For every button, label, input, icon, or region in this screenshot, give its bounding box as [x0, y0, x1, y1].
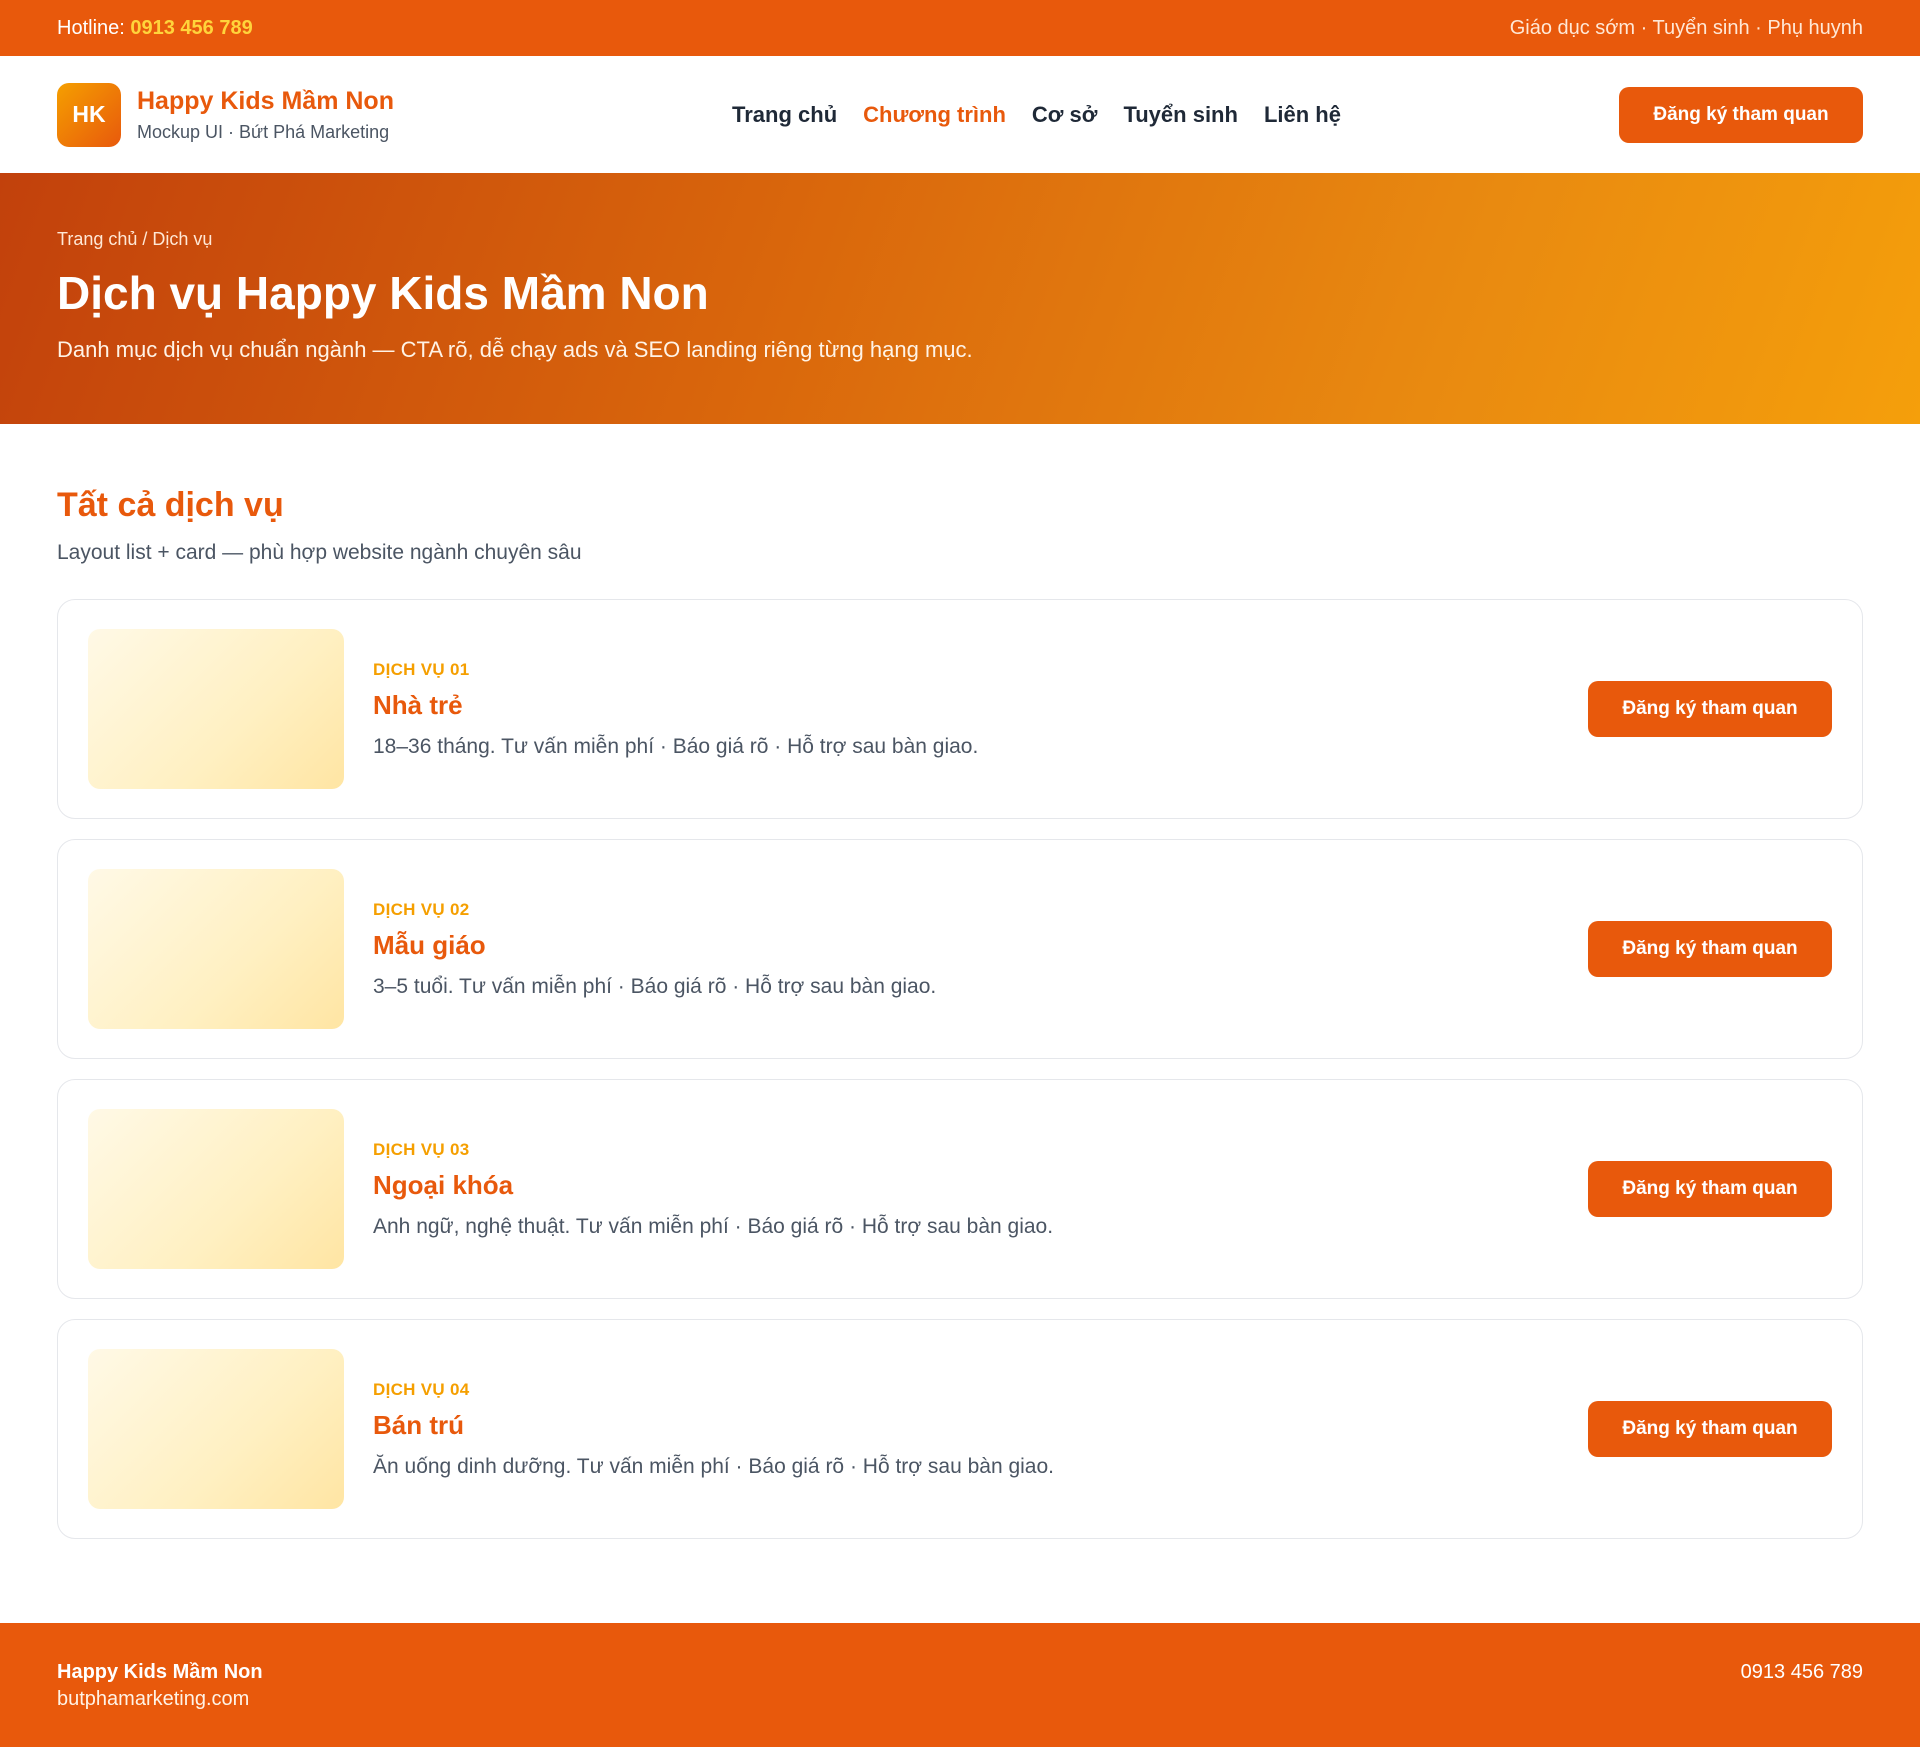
service-title[interactable]: Mẫu giáo	[373, 930, 1588, 961]
service-thumbnail	[88, 629, 344, 789]
hero-lead: Danh mục dịch vụ chuẩn ngành — CTA rõ, d…	[57, 336, 973, 362]
service-title[interactable]: Ngoại khóa	[373, 1170, 1588, 1201]
service-card-body: DỊCH VỤ 01 Nhà trẻ 18–36 tháng. Tư vấn m…	[373, 660, 1588, 759]
service-card-body: DỊCH VỤ 02 Mẫu giáo 3–5 tuổi. Tư vấn miễ…	[373, 900, 1588, 999]
service-description: Anh ngữ, nghệ thuật. Tư vấn miễn phí · B…	[373, 1214, 1054, 1238]
brand-subtitle: Mockup UI · Bứt Phá Marketing	[137, 122, 390, 142]
footer-name: Happy Kids Mầm Non	[57, 1661, 263, 1683]
hotline[interactable]: Hotline: 0913 456 789	[57, 17, 253, 40]
service-eyebrow: DỊCH VỤ 01	[373, 659, 470, 679]
main-nav: Trang chủ Chương trình Cơ sở Tuyển sinh …	[732, 102, 1341, 128]
nav-item-admissions[interactable]: Tuyển sinh	[1123, 102, 1238, 128]
service-list: DỊCH VỤ 01 Nhà trẻ 18–36 tháng. Tư vấn m…	[57, 599, 1863, 1539]
service-card: DỊCH VỤ 02 Mẫu giáo 3–5 tuổi. Tư vấn miễ…	[57, 839, 1863, 1059]
breadcrumb[interactable]: Trang chủ / Dịch vụ	[57, 229, 1863, 250]
service-thumbnail	[88, 869, 344, 1029]
service-thumbnail	[88, 1109, 344, 1269]
service-card: DỊCH VỤ 03 Ngoại khóa Anh ngữ, nghệ thuậ…	[57, 1079, 1863, 1299]
service-visit-button[interactable]: Đăng ký tham quan	[1588, 681, 1832, 737]
service-card-body: DỊCH VỤ 04 Bán trú Ăn uống dinh dưỡng. T…	[373, 1380, 1588, 1479]
site-header: HK Happy Kids Mầm Non Mockup UI · Bứt Ph…	[0, 56, 1920, 173]
hotline-label: Hotline:	[57, 16, 131, 39]
footer-website-link[interactable]: butphamarketing.com	[57, 1688, 263, 1711]
hero-banner: Trang chủ / Dịch vụ Dịch vụ Happy Kids M…	[0, 173, 1920, 424]
service-card: DỊCH VỤ 04 Bán trú Ăn uống dinh dưỡng. T…	[57, 1319, 1863, 1539]
service-description: 3–5 tuổi. Tư vấn miễn phí · Báo giá rõ ·…	[373, 974, 937, 998]
header-visit-button[interactable]: Đăng ký tham quan	[1618, 86, 1863, 143]
logo[interactable]: HK	[57, 82, 121, 147]
service-description: 18–36 tháng. Tư vấn miễn phí · Báo giá r…	[373, 734, 979, 758]
page-title: Dịch vụ Happy Kids Mầm Non	[57, 267, 709, 319]
service-description: Ăn uống dinh dưỡng. Tư vấn miễn phí · Bá…	[373, 1454, 1054, 1478]
section-subtitle: Layout list + card — phù hợp website ngà…	[57, 541, 582, 564]
brand-name: Happy Kids Mầm Non	[137, 87, 394, 115]
services-section: Tất cả dịch vụ Layout list + card — phù …	[0, 424, 1920, 1539]
brand-text: Happy Kids Mầm Non Mockup UI · Bứt Phá M…	[137, 86, 394, 143]
site-footer: Happy Kids Mầm Non butphamarketing.com 0…	[0, 1623, 1920, 1747]
nav-item-home[interactable]: Trang chủ	[732, 102, 837, 128]
footer-phone[interactable]: 0913 456 789	[1741, 1661, 1863, 1684]
service-visit-button[interactable]: Đăng ký tham quan	[1588, 921, 1832, 977]
service-eyebrow: DỊCH VỤ 04	[373, 1379, 470, 1399]
service-visit-button[interactable]: Đăng ký tham quan	[1588, 1161, 1832, 1217]
service-card: DỊCH VỤ 01 Nhà trẻ 18–36 tháng. Tư vấn m…	[57, 599, 1863, 819]
nav-item-contact[interactable]: Liên hệ	[1264, 102, 1341, 128]
section-title: Tất cả dịch vụ	[57, 486, 284, 524]
footer-brand: Happy Kids Mầm Non butphamarketing.com	[57, 1661, 263, 1711]
service-visit-button[interactable]: Đăng ký tham quan	[1588, 1401, 1832, 1457]
service-title[interactable]: Nhà trẻ	[373, 690, 1588, 721]
service-eyebrow: DỊCH VỤ 03	[373, 1139, 470, 1159]
nav-item-programs[interactable]: Chương trình	[863, 102, 1006, 128]
service-eyebrow: DỊCH VỤ 02	[373, 899, 470, 919]
service-card-body: DỊCH VỤ 03 Ngoại khóa Anh ngữ, nghệ thuậ…	[373, 1140, 1588, 1239]
nav-item-facilities[interactable]: Cơ sở	[1032, 102, 1098, 128]
top-bar: Hotline: 0913 456 789 Giáo dục sớm · Tuy…	[0, 0, 1920, 56]
service-thumbnail	[88, 1349, 344, 1509]
top-tagline: Giáo dục sớm · Tuyển sinh · Phụ huynh	[1509, 16, 1863, 39]
service-title[interactable]: Bán trú	[373, 1410, 1588, 1441]
brand[interactable]: HK Happy Kids Mầm Non Mockup UI · Bứt Ph…	[57, 82, 394, 147]
hotline-number[interactable]: 0913 456 789	[130, 17, 252, 39]
